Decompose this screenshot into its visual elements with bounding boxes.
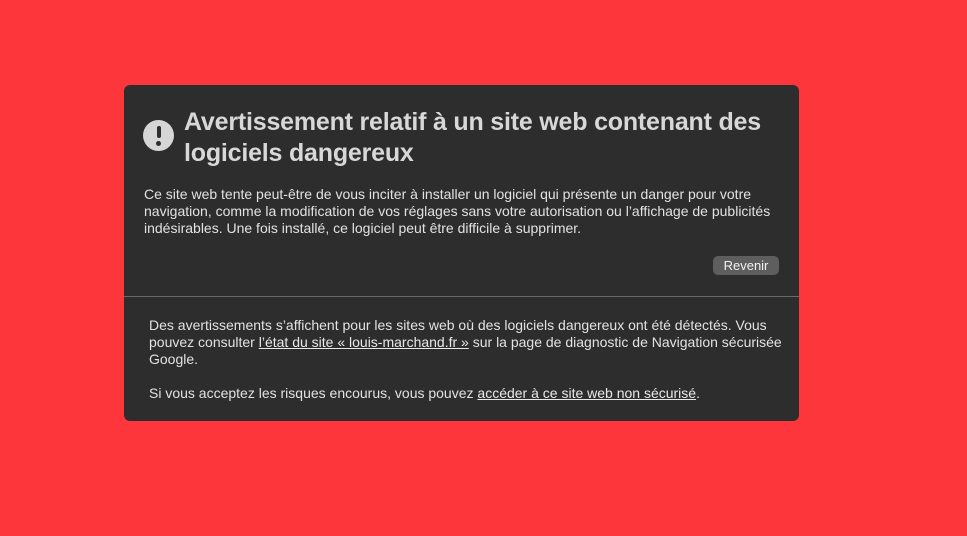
warning-panel: Avertissement relatif à un site web cont… (124, 85, 799, 421)
details-section: Des avertissements s’affichent pour les … (149, 317, 789, 402)
details-paragraph-proceed: Si vous acceptez les risques encourus, v… (149, 385, 700, 401)
warning-description: Ce site web tente peut-être de vous inci… (144, 186, 771, 236)
details-paragraph-diagnostic: Des avertissements s’affichent pour les … (149, 317, 782, 367)
proceed-unsafe-link[interactable]: accéder à ce site web non sécurisé (477, 385, 696, 401)
warning-header: Avertissement relatif à un site web cont… (124, 85, 799, 296)
warning-title: Avertissement relatif à un site web cont… (184, 108, 761, 167)
exclamation-circle-icon (143, 120, 174, 151)
back-button[interactable]: Revenir (713, 256, 779, 275)
site-status-link[interactable]: l’état du site « louis-marchand.fr » (259, 334, 469, 350)
divider (124, 296, 799, 297)
